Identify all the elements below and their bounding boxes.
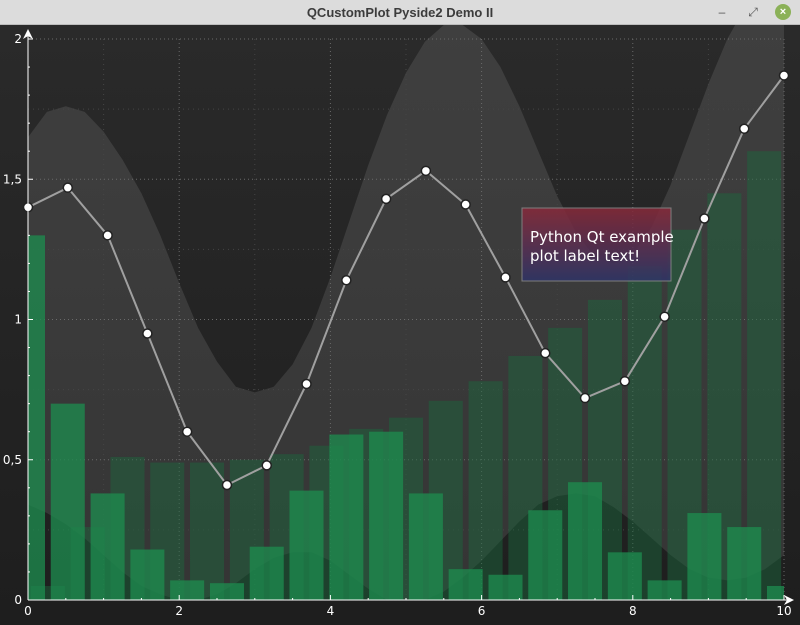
front-bar xyxy=(687,513,722,600)
front-bar xyxy=(369,431,404,600)
front-bar xyxy=(488,574,523,600)
data-point xyxy=(540,347,551,359)
data-point xyxy=(62,182,74,193)
front-bar xyxy=(209,583,244,600)
close-button[interactable]: × xyxy=(775,4,791,20)
x-tick-label: 2 xyxy=(175,604,183,618)
front-bar xyxy=(766,585,784,600)
plot-text-label: Python Qt example plot label text! xyxy=(521,207,674,282)
x-tick-label: 6 xyxy=(478,604,486,618)
back-bar xyxy=(627,266,662,600)
front-bar xyxy=(28,235,46,600)
front-bar xyxy=(448,569,483,600)
front-bar xyxy=(607,552,642,600)
front-bar xyxy=(329,434,364,600)
data-point xyxy=(221,479,233,491)
x-tick-label: 0 xyxy=(24,604,32,618)
front-bar xyxy=(528,510,563,600)
data-point xyxy=(380,193,392,205)
front-bar xyxy=(727,527,762,600)
data-point xyxy=(261,460,272,471)
data-point xyxy=(699,213,710,224)
data-point xyxy=(738,123,750,135)
y-tick-label: 2 xyxy=(14,32,22,46)
x-tick-label: 8 xyxy=(629,604,637,618)
y-tick-label: 0 xyxy=(14,593,22,607)
front-bar xyxy=(408,493,443,600)
y-tick-label: 0,5 xyxy=(3,453,22,467)
front-bar xyxy=(249,546,284,600)
data-point xyxy=(142,328,153,339)
data-point xyxy=(619,375,631,387)
x-tick-label: 10 xyxy=(776,604,791,618)
y-tick-label: 1,5 xyxy=(3,172,22,186)
data-point xyxy=(659,311,670,322)
front-bar xyxy=(50,403,85,600)
minimize-button[interactable]: – xyxy=(714,4,730,20)
data-point xyxy=(500,272,511,283)
front-bar xyxy=(130,549,165,600)
window-title: QCustomPlot Pyside2 Demo II xyxy=(306,5,494,20)
x-tick-label: 4 xyxy=(327,604,335,618)
back-bar xyxy=(468,381,503,600)
front-bar xyxy=(170,580,205,600)
data-point xyxy=(102,230,113,241)
data-point xyxy=(181,426,193,437)
data-point xyxy=(341,274,352,286)
label-line-1: Python Qt example xyxy=(530,228,674,246)
front-bar xyxy=(90,493,125,600)
data-point xyxy=(460,199,471,210)
label-line-2: plot label text! xyxy=(530,247,640,265)
plot-area[interactable]: 0 2 4 6 8 10 0 0,5 1 1,5 2 Python Qt example plot … xyxy=(0,25,800,625)
title-bar: QCustomPlot Pyside2 Demo II – ⤢ × xyxy=(0,0,800,25)
data-point xyxy=(778,70,790,81)
data-point xyxy=(301,378,312,390)
y-tick-label: 1 xyxy=(14,313,22,327)
front-bar xyxy=(647,580,682,600)
maximize-button[interactable]: ⤢ xyxy=(745,4,761,20)
back-bar xyxy=(190,462,225,600)
data-point xyxy=(420,165,432,177)
data-point xyxy=(579,392,591,404)
front-bar xyxy=(289,490,324,600)
front-bar xyxy=(568,482,603,600)
